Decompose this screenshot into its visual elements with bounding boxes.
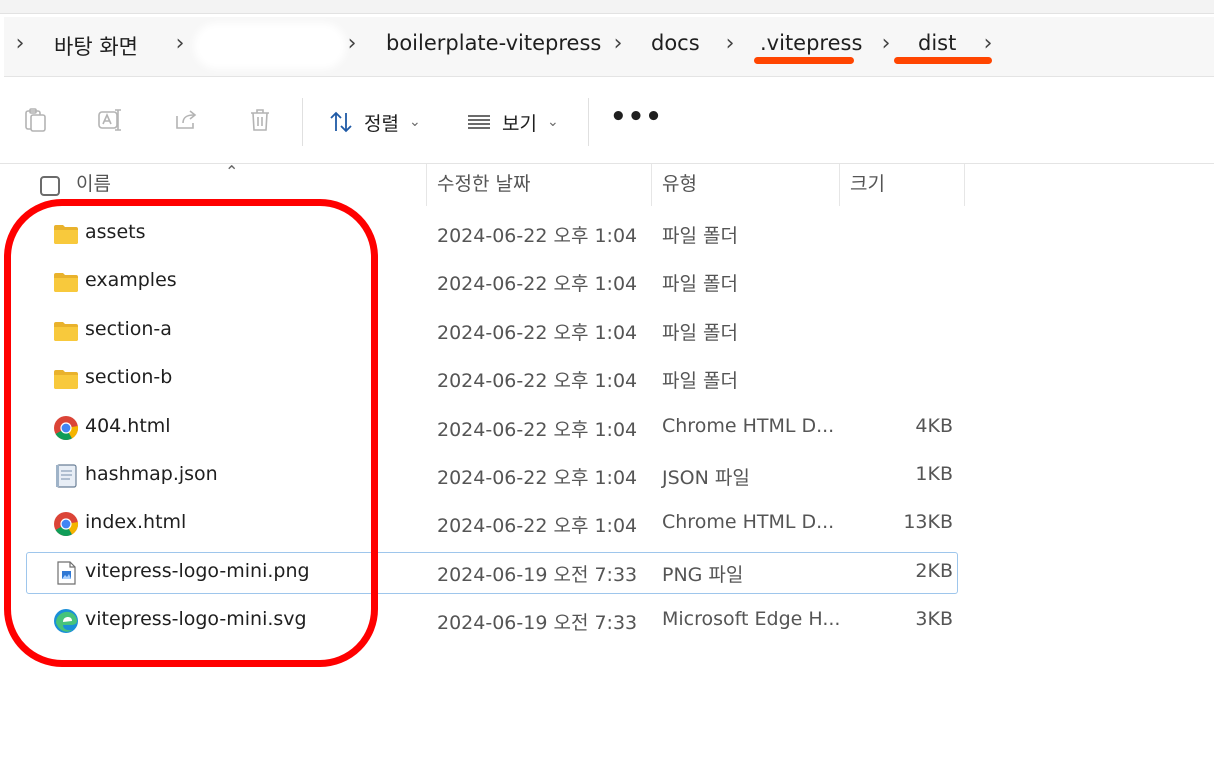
breadcrumb-item-redacted[interactable] bbox=[200, 29, 340, 63]
file-name: section-b bbox=[85, 366, 173, 389]
file-date: 2024-06-22 오후 1:04 bbox=[437, 273, 638, 296]
share-icon[interactable] bbox=[172, 106, 200, 134]
sort-label: 정렬 bbox=[364, 112, 399, 135]
breadcrumb-item-docs[interactable]: docs bbox=[651, 31, 700, 55]
file-name: section-a bbox=[85, 317, 172, 340]
file-name: assets bbox=[85, 221, 146, 243]
file-row[interactable]: section-a 2024-06-22 오후 1:04 파일 폴더 bbox=[0, 308, 966, 356]
breadcrumb-item-desktop[interactable]: 바탕 화면 bbox=[54, 31, 138, 61]
toolbar-divider bbox=[588, 98, 589, 146]
chevron-right-icon[interactable]: › bbox=[170, 31, 190, 56]
sort-button[interactable]: 정렬 ⌄ bbox=[328, 104, 421, 140]
rename-icon[interactable] bbox=[96, 106, 124, 134]
sort-ascending-icon: ⌃ bbox=[225, 162, 239, 181]
column-header-size[interactable]: 크기 bbox=[840, 164, 885, 206]
file-type: 파일 폴더 bbox=[662, 370, 738, 393]
folder-icon bbox=[53, 318, 79, 344]
chevron-right-icon[interactable]: › bbox=[978, 31, 998, 56]
file-name: vitepress-logo-mini.png bbox=[85, 559, 310, 582]
file-date: 2024-06-22 오후 1:04 bbox=[437, 515, 638, 538]
file-date: 2024-06-22 오후 1:04 bbox=[437, 225, 638, 247]
file-row[interactable]: section-b 2024-06-22 오후 1:04 파일 폴더 bbox=[0, 356, 966, 404]
annotation-underline-vitepress bbox=[754, 57, 854, 64]
file-row[interactable]: 404.html 2024-06-22 오후 1:04 Chrome HTML … bbox=[0, 405, 966, 453]
annotation-underline-dist bbox=[894, 57, 992, 64]
file-type: 파일 폴더 bbox=[662, 273, 738, 296]
breadcrumb[interactable]: › 바탕 화면 › › boilerplate-vitepress › docs… bbox=[4, 17, 1214, 77]
file-row-selected[interactable]: vitepress-logo-mini.png 2024-06-19 오전 7:… bbox=[0, 550, 966, 598]
view-button[interactable]: 보기 ⌄ bbox=[466, 104, 559, 140]
breadcrumb-item-boilerplate[interactable]: boilerplate-vitepress bbox=[386, 31, 601, 55]
delete-icon[interactable] bbox=[246, 106, 274, 134]
file-date: 2024-06-22 오후 1:04 bbox=[437, 466, 638, 489]
file-row[interactable]: examples 2024-06-22 오후 1:04 파일 폴더 bbox=[0, 259, 966, 307]
file-row[interactable]: assets 2024-06-22 오후 1:04 파일 폴더 bbox=[0, 211, 966, 259]
toolbar-divider bbox=[302, 98, 303, 146]
breadcrumb-item-vitepress[interactable]: .vitepress bbox=[760, 31, 862, 55]
file-name: index.html bbox=[85, 511, 187, 534]
column-header-type[interactable]: 유형 bbox=[652, 164, 697, 206]
file-size: 13KB bbox=[903, 511, 953, 534]
folder-icon bbox=[53, 221, 79, 247]
edge-icon bbox=[53, 608, 79, 634]
column-divider[interactable] bbox=[964, 164, 965, 206]
file-type: PNG 파일 bbox=[662, 563, 744, 586]
file-name: hashmap.json bbox=[85, 462, 218, 485]
image-file-icon bbox=[53, 560, 79, 586]
chrome-icon bbox=[53, 415, 79, 441]
chevron-right-icon[interactable]: › bbox=[342, 31, 362, 56]
chevron-right-icon[interactable]: › bbox=[10, 31, 30, 56]
file-type: Chrome HTML D... bbox=[662, 414, 835, 437]
file-row[interactable]: index.html 2024-06-22 오후 1:04 Chrome HTM… bbox=[0, 501, 966, 549]
window-top-strip bbox=[0, 0, 1214, 14]
column-header-name[interactable]: 이름 bbox=[66, 164, 111, 206]
file-date: 2024-06-19 오전 7:33 bbox=[437, 612, 638, 635]
file-type: Microsoft Edge H... bbox=[662, 608, 841, 631]
more-options-button[interactable]: ••• bbox=[610, 102, 663, 132]
file-date: 2024-06-22 오후 1:04 bbox=[437, 370, 638, 393]
breadcrumb-item-dist[interactable]: dist bbox=[918, 31, 956, 55]
view-label: 보기 bbox=[502, 112, 537, 135]
file-date: 2024-06-22 오후 1:04 bbox=[437, 418, 638, 441]
json-file-icon bbox=[53, 463, 79, 489]
chevron-right-icon[interactable]: › bbox=[720, 31, 740, 56]
file-type: Chrome HTML D... bbox=[662, 511, 835, 534]
file-size: 3KB bbox=[915, 608, 953, 631]
sort-icon bbox=[330, 111, 352, 133]
file-type: JSON 파일 bbox=[662, 466, 750, 489]
folder-icon bbox=[53, 366, 79, 392]
file-type: 파일 폴더 bbox=[662, 225, 738, 247]
folder-icon bbox=[53, 269, 79, 295]
chevron-right-icon[interactable]: › bbox=[876, 31, 896, 56]
file-row[interactable]: hashmap.json 2024-06-22 오후 1:04 JSON 파일 … bbox=[0, 453, 966, 501]
file-size: 4KB bbox=[915, 414, 953, 437]
select-all-checkbox[interactable] bbox=[40, 176, 60, 196]
file-date: 2024-06-19 오전 7:33 bbox=[437, 563, 638, 586]
chevron-down-icon: ⌄ bbox=[546, 114, 559, 130]
file-type: 파일 폴더 bbox=[662, 321, 738, 344]
file-size: 1KB bbox=[915, 462, 953, 485]
file-date: 2024-06-22 오후 1:04 bbox=[437, 321, 638, 344]
chevron-right-icon[interactable]: › bbox=[608, 31, 628, 56]
file-name: vitepress-logo-mini.svg bbox=[85, 608, 307, 631]
column-header-date[interactable]: 수정한 날짜 bbox=[427, 164, 530, 206]
file-name: examples bbox=[85, 269, 177, 292]
chevron-down-icon: ⌄ bbox=[408, 114, 421, 130]
command-toolbar: 정렬 ⌄ 보기 ⌄ ••• bbox=[0, 84, 1214, 164]
chrome-icon bbox=[53, 511, 79, 537]
paste-icon[interactable] bbox=[22, 106, 50, 134]
file-name: 404.html bbox=[85, 414, 171, 437]
file-list: assets 2024-06-22 오후 1:04 파일 폴더 examples… bbox=[0, 211, 966, 647]
file-row[interactable]: vitepress-logo-mini.svg 2024-06-19 오전 7:… bbox=[0, 598, 966, 646]
file-size: 2KB bbox=[915, 559, 953, 582]
column-header-row: ⌃ 이름 수정한 날짜 유형 크기 bbox=[0, 162, 966, 206]
view-list-icon bbox=[468, 115, 490, 129]
